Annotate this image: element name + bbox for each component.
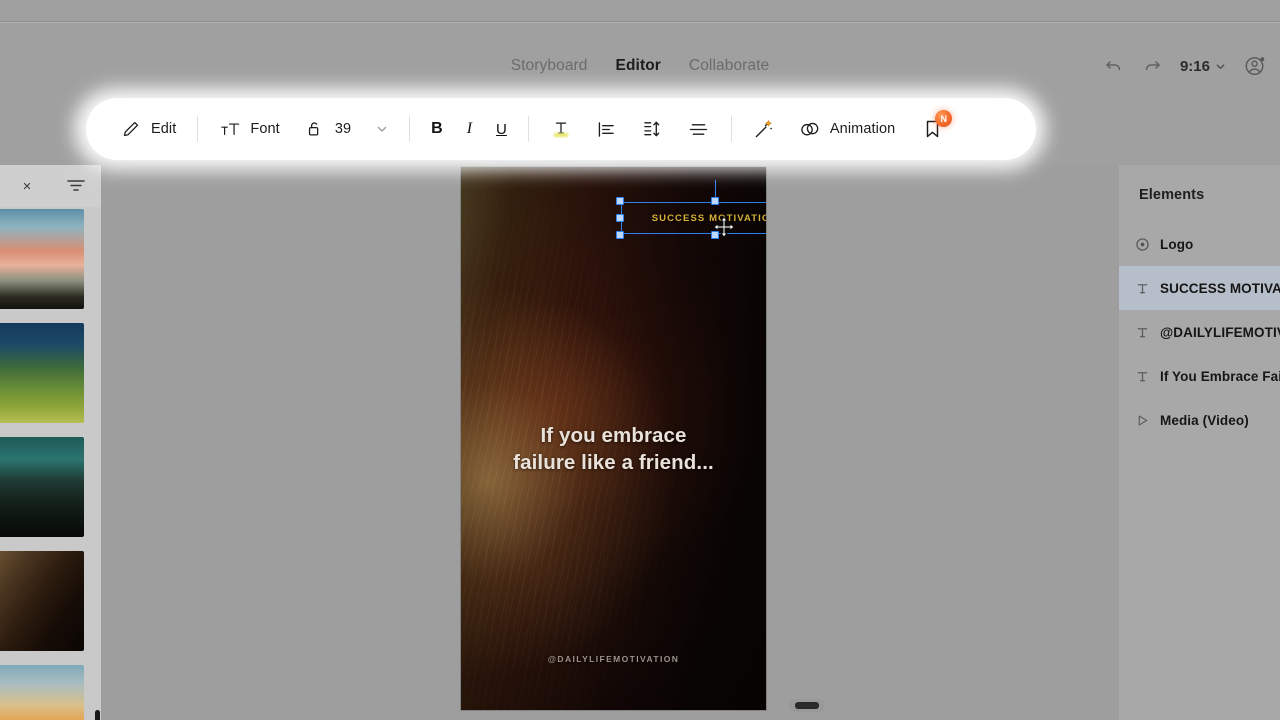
- elements-panel: Elements Logo SUCCESS MOTIVATION: [1119, 165, 1280, 720]
- media-rail: ×: [0, 165, 101, 720]
- text-icon: [1136, 326, 1149, 339]
- redo-icon[interactable]: [1142, 56, 1162, 76]
- toolbar-divider: [197, 116, 199, 142]
- app-window: Storyboard Editor Collaborate 9:16 × If …: [0, 0, 1280, 720]
- elements-list: Logo SUCCESS MOTIVATION @DAILYLIFEMOTIVA…: [1119, 222, 1280, 442]
- animation-button[interactable]: Animation: [787, 109, 907, 149]
- bookmark-icon: N: [919, 110, 953, 142]
- chevron-down-icon: [1216, 63, 1225, 69]
- vertical-scrollbar[interactable]: [95, 710, 100, 720]
- video-canvas[interactable]: If you embrace failure like a friend... …: [461, 167, 766, 710]
- line-spacing-button[interactable]: [630, 109, 676, 149]
- text-align-button[interactable]: [584, 109, 630, 149]
- element-label: @DAILYLIFEMOTIVATION: [1160, 324, 1280, 340]
- italic-label: I: [466, 120, 473, 137]
- text-color-icon: [550, 118, 572, 140]
- bookmark-button[interactable]: N: [907, 109, 953, 149]
- element-row-media-video[interactable]: Media (Video): [1119, 398, 1280, 442]
- element-row-dailylifemotivation[interactable]: @DAILYLIFEMOTIVATION: [1119, 310, 1280, 354]
- account-icon[interactable]: [1244, 55, 1266, 77]
- underline-label: U: [496, 120, 507, 138]
- underline-button[interactable]: U: [484, 109, 519, 149]
- element-label: If You Embrace Failure: [1160, 368, 1280, 384]
- text-icon: [1136, 370, 1149, 383]
- text-color-swatch: [553, 133, 568, 137]
- resize-handle-bottom-left[interactable]: [616, 231, 624, 239]
- animation-icon: [799, 118, 821, 140]
- element-row-logo[interactable]: Logo: [1119, 222, 1280, 266]
- nav-tabs: Storyboard Editor Collaborate: [511, 57, 770, 75]
- resize-handle-bottom-center[interactable]: [711, 231, 719, 239]
- italic-button[interactable]: I: [455, 109, 484, 149]
- selected-text-value: SUCCESS MOTIVATION: [651, 212, 766, 224]
- resize-handle-top-center[interactable]: [711, 197, 719, 205]
- panel-title: Elements: [1139, 187, 1205, 203]
- close-icon[interactable]: ×: [17, 176, 37, 196]
- font-button[interactable]: Font: [207, 109, 291, 149]
- text-icon: [1136, 282, 1149, 295]
- timeline-handle[interactable]: [795, 702, 819, 709]
- thumb-city-night[interactable]: [0, 437, 84, 537]
- pencil-icon: [120, 118, 142, 140]
- tab-storyboard[interactable]: Storyboard: [511, 57, 588, 75]
- element-row-if-you-embrace[interactable]: If You Embrace Failure: [1119, 354, 1280, 398]
- canvas-stage: If you embrace failure like a friend... …: [101, 165, 1119, 720]
- element-label: Logo: [1160, 236, 1194, 252]
- tab-collaborate[interactable]: Collaborate: [689, 57, 769, 75]
- lock-icon: [304, 118, 326, 140]
- toolbar-divider: [527, 116, 529, 142]
- resize-handle-top-left[interactable]: [616, 197, 624, 205]
- font-size-control[interactable]: 39: [292, 109, 400, 149]
- play-icon: [1136, 414, 1149, 427]
- thumb-green-field[interactable]: [0, 323, 84, 423]
- magic-wand-icon: [753, 118, 775, 140]
- bookmark-badge: N: [935, 110, 953, 127]
- toolbar-divider: [730, 116, 732, 142]
- thumb-golden-sunset[interactable]: [0, 665, 84, 720]
- thumb-dark-texture[interactable]: [0, 551, 84, 651]
- top-navigation: Storyboard Editor Collaborate: [0, 42, 1280, 90]
- filter-icon[interactable]: [64, 175, 88, 197]
- text-format-toolbar: Edit Font 39 B I U Animation N: [86, 98, 1036, 160]
- resize-handle-middle-left[interactable]: [616, 214, 624, 222]
- quote-line-1: If you embrace: [540, 424, 687, 447]
- effects-button[interactable]: [741, 109, 787, 149]
- aspect-ratio-value: 9:16: [1179, 57, 1210, 75]
- media-thumbnail-list: [0, 209, 101, 720]
- element-label: Media (Video): [1160, 412, 1249, 428]
- chevron-down-icon[interactable]: [376, 123, 388, 135]
- edit-button[interactable]: Edit: [108, 109, 188, 149]
- window-divider-light: [0, 22, 1280, 23]
- line-spacing-icon: [642, 118, 664, 140]
- canvas-handle-text[interactable]: @DAILYLIFEMOTIVATION: [548, 654, 680, 664]
- tab-editor[interactable]: Editor: [616, 57, 661, 75]
- animation-label: Animation: [829, 121, 896, 137]
- font-size-icon: [219, 118, 241, 140]
- element-row-success-motivation[interactable]: SUCCESS MOTIVATION: [1119, 266, 1280, 310]
- thumb-sunset-mountains[interactable]: [0, 209, 84, 309]
- text-align-icon: [596, 118, 618, 140]
- align-distribute-button[interactable]: [676, 109, 722, 149]
- align-distribute-icon: [688, 118, 710, 140]
- text-color-button[interactable]: [538, 109, 584, 149]
- top-right-controls: 9:16: [1104, 42, 1266, 90]
- toolbar-divider: [409, 116, 411, 142]
- canvas-quote-text[interactable]: If you embrace failure like a friend...: [461, 422, 766, 476]
- font-size-value: 39: [334, 121, 352, 137]
- quote-line-2: failure like a friend...: [513, 451, 714, 475]
- font-label: Font: [250, 121, 280, 137]
- bold-button[interactable]: B: [419, 109, 455, 149]
- logo-icon: [1136, 237, 1149, 251]
- edit-label: Edit: [151, 121, 177, 137]
- selected-text-element[interactable]: SUCCESS MOTIVATION: [616, 180, 766, 239]
- aspect-ratio-selector[interactable]: 9:16: [1180, 58, 1226, 75]
- element-label: SUCCESS MOTIVATION: [1160, 280, 1280, 296]
- bold-label: B: [431, 120, 443, 137]
- undo-icon[interactable]: [1104, 56, 1124, 76]
